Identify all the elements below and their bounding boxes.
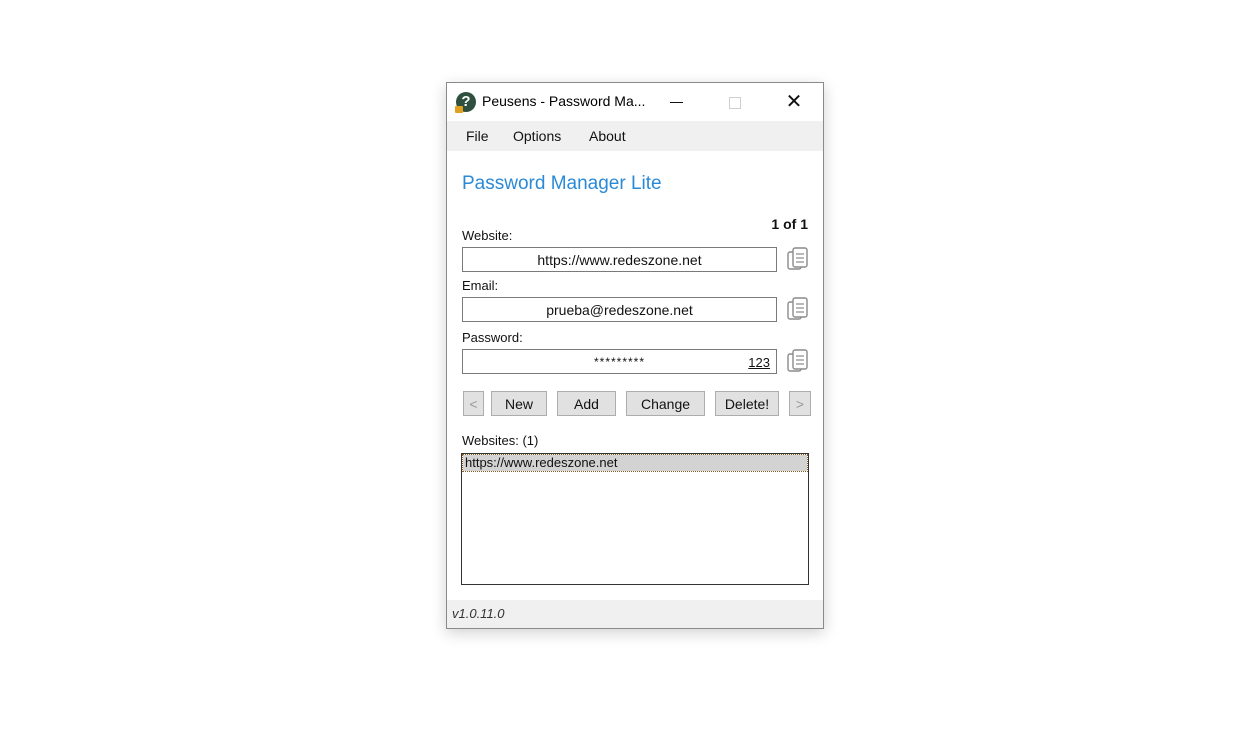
copy-clipboard-icon [787, 349, 808, 372]
copy-password-button[interactable] [786, 348, 810, 374]
copy-website-button[interactable] [786, 246, 810, 272]
previous-button[interactable]: < [463, 391, 484, 416]
websites-label: Websites: (1) [462, 433, 539, 448]
menu-file[interactable]: File [466, 128, 489, 144]
list-item[interactable]: https://www.redeszone.net [462, 454, 808, 472]
add-button[interactable]: Add [557, 391, 616, 416]
status-bar: v1.0.11.0 [447, 600, 823, 628]
email-field[interactable]: prueba@redeszone.net [462, 297, 777, 322]
delete-button[interactable]: Delete! [715, 391, 779, 416]
close-icon: ✕ [785, 91, 803, 113]
password-field[interactable]: ********* 123 [462, 349, 777, 374]
maximize-icon [729, 97, 741, 109]
next-button[interactable]: > [789, 391, 811, 416]
minimize-icon [670, 102, 683, 103]
password-mask: ********* [593, 355, 646, 369]
email-label: Email: [462, 278, 499, 293]
app-window: ? Peusens - Password Ma... ✕ File Option… [446, 82, 824, 629]
app-heading: Password Manager Lite [462, 173, 662, 194]
copy-clipboard-icon [787, 297, 808, 320]
password-label: Password: [462, 330, 523, 345]
close-button[interactable]: ✕ [765, 83, 823, 121]
change-button[interactable]: Change [626, 391, 705, 416]
new-button[interactable]: New [491, 391, 547, 416]
title-bar[interactable]: ? Peusens - Password Ma... ✕ [447, 83, 823, 121]
websites-listbox[interactable]: https://www.redeszone.net [461, 453, 809, 585]
menu-bar: File Options About [447, 121, 823, 151]
minimize-button[interactable] [647, 83, 705, 121]
menu-options[interactable]: Options [513, 128, 561, 144]
website-field[interactable]: https://www.redeszone.net [462, 247, 777, 272]
maximize-button[interactable] [705, 83, 763, 121]
menu-about[interactable]: About [589, 128, 626, 144]
copy-clipboard-icon [787, 247, 808, 270]
question-mark-app-icon: ? [455, 92, 476, 113]
record-counter: 1 of 1 [771, 216, 808, 232]
version-label: v1.0.11.0 [452, 606, 505, 621]
window-title: Peusens - Password Ma... [482, 93, 646, 109]
show-password-link[interactable]: 123 [748, 350, 770, 375]
website-label: Website: [462, 228, 513, 243]
copy-email-button[interactable] [786, 296, 810, 322]
